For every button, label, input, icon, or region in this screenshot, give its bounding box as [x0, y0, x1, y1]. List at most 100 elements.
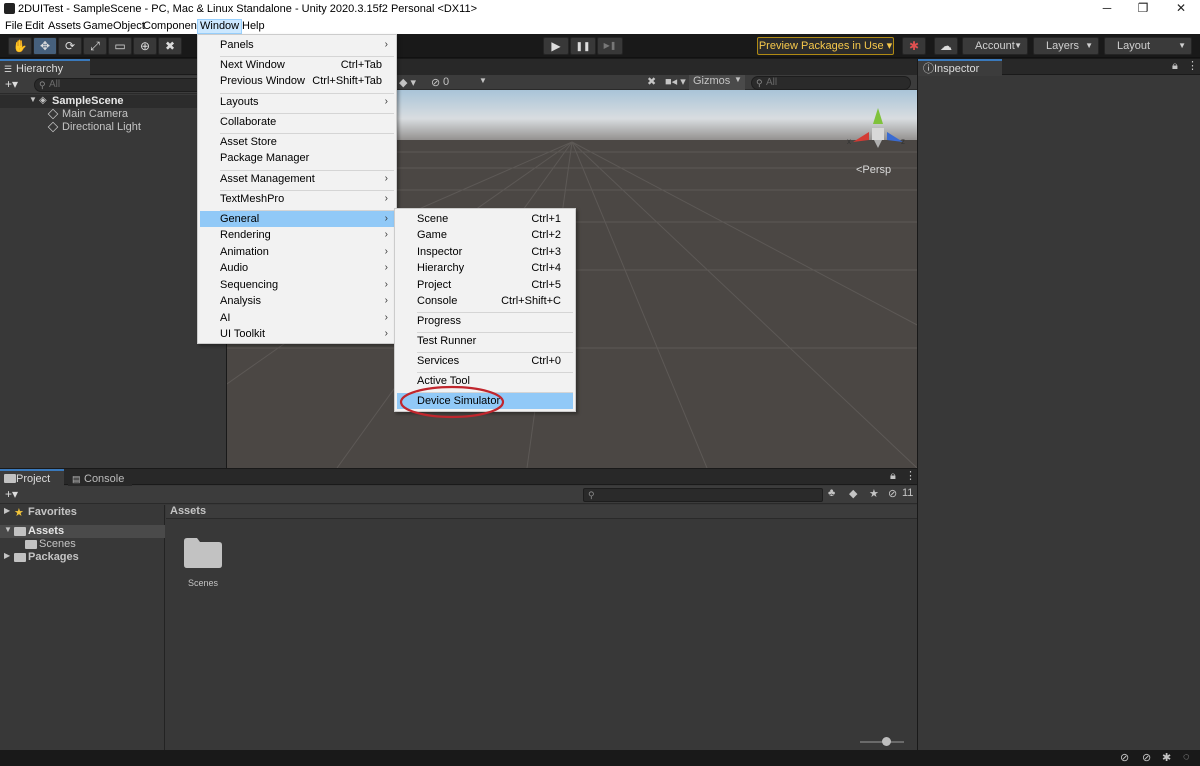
- hidden-packages-icon[interactable]: ⊘: [888, 487, 897, 500]
- add-button[interactable]: +▾: [5, 77, 18, 91]
- menu-item-collaborate[interactable]: Collaborate: [200, 114, 394, 130]
- scene-gizmo-icon[interactable]: [845, 104, 911, 164]
- menu-item-services[interactable]: Services Ctrl+0: [397, 353, 573, 369]
- menu-assets[interactable]: Assets: [46, 19, 83, 34]
- search-by-label-icon[interactable]: ◆: [849, 487, 857, 500]
- minimize-button[interactable]: ─: [1092, 1, 1122, 17]
- asset-folder-scenes[interactable]: [183, 537, 223, 569]
- rect-tool-icon[interactable]: ▭: [108, 37, 132, 55]
- menu-item-test-runner[interactable]: Test Runner: [397, 333, 573, 349]
- menu-item-ui-toolkit[interactable]: UI Toolkit ›: [200, 326, 394, 342]
- menu-component[interactable]: Component: [141, 19, 202, 34]
- step-button[interactable]: ▶❚: [597, 37, 623, 55]
- menu-item-project[interactable]: Project Ctrl+5: [397, 277, 573, 293]
- submenu-arrow-icon: ›: [384, 39, 388, 50]
- tab-project[interactable]: Project: [0, 469, 64, 486]
- tree-item-favorites[interactable]: ▶ ★ Favorites: [0, 506, 165, 519]
- tab-inspector[interactable]: ⓘ Inspector: [918, 59, 1002, 76]
- pause-button[interactable]: ❚❚: [570, 37, 596, 55]
- scene-search-input[interactable]: ⚲ All: [751, 76, 911, 90]
- menu-item-package-manager[interactable]: Package Manager: [200, 150, 394, 166]
- collab-icon[interactable]: ✱: [902, 37, 926, 55]
- zoom-slider-handle[interactable]: [882, 737, 891, 746]
- rotate-tool-icon[interactable]: ⟳: [58, 37, 82, 55]
- menu-item-layouts[interactable]: Layouts ›: [200, 94, 394, 110]
- close-button[interactable]: ✕: [1166, 1, 1196, 17]
- hierarchy-search-input[interactable]: ⚲ All: [34, 78, 220, 92]
- hierarchy-item[interactable]: Directional Light: [0, 121, 226, 134]
- menu-file[interactable]: File: [3, 19, 25, 34]
- tree-item-assets[interactable]: ▼ Assets: [0, 525, 165, 538]
- expand-arrow-icon[interactable]: ▶: [4, 551, 10, 560]
- play-button[interactable]: ▶: [543, 37, 569, 55]
- menu-item-hierarchy[interactable]: Hierarchy Ctrl+4: [397, 260, 573, 276]
- auto-generate-lighting-icon[interactable]: ⊘: [1120, 751, 1129, 764]
- restore-button[interactable]: ❐: [1128, 1, 1158, 17]
- camera-icon[interactable]: ■◂ ▾: [665, 75, 686, 88]
- menu-window[interactable]: Window: [197, 19, 243, 34]
- menu-item-asset-store[interactable]: Asset Store: [200, 134, 394, 150]
- menu-item-console[interactable]: Console Ctrl+Shift+C: [397, 293, 573, 309]
- lock-icon[interactable]: 🔒︎: [890, 470, 896, 483]
- layout-dropdown[interactable]: Layout ▼: [1104, 37, 1192, 55]
- move-tool-icon[interactable]: ✥: [33, 37, 57, 55]
- custom-tool-icon[interactable]: ✖: [158, 37, 182, 55]
- tools-icon[interactable]: ✖: [647, 75, 656, 88]
- menu-item-game[interactable]: Game Ctrl+2: [397, 227, 573, 243]
- tree-item-packages[interactable]: ▶ Packages: [0, 551, 165, 564]
- menu-item-rendering[interactable]: Rendering ›: [200, 227, 394, 243]
- gizmos-dropdown[interactable]: Gizmos ▼: [689, 75, 745, 90]
- hidden-count: 0: [443, 76, 450, 88]
- scale-tool-icon[interactable]: ⤢: [83, 37, 107, 55]
- account-dropdown[interactable]: Account ▼: [962, 37, 1028, 55]
- project-search-input[interactable]: ⚲: [583, 488, 823, 502]
- expand-arrow-icon[interactable]: ▼: [29, 95, 37, 104]
- preview-packages-button[interactable]: Preview Packages in Use ▾: [757, 37, 894, 55]
- tree-item-scenes[interactable]: Scenes: [0, 538, 165, 551]
- menu-item-scene[interactable]: Scene Ctrl+1: [397, 211, 573, 227]
- layers-dropdown[interactable]: Layers ▼: [1033, 37, 1099, 55]
- menu-item-panels[interactable]: Panels ›: [200, 37, 394, 53]
- menu-item-audio[interactable]: Audio ›: [200, 260, 394, 276]
- menu-item-next-window[interactable]: Next Window Ctrl+Tab: [200, 57, 394, 73]
- tab-console[interactable]: ▤ Console: [68, 469, 132, 486]
- more-options-icon[interactable]: ⋮: [1187, 59, 1198, 72]
- menu-edit[interactable]: Edit: [23, 19, 46, 34]
- menu-item-sequencing[interactable]: Sequencing ›: [200, 277, 394, 293]
- menu-item-shortcut: Ctrl+2: [531, 229, 561, 241]
- hidden-objects-icon[interactable]: ⊘: [431, 76, 440, 89]
- menu-item-progress[interactable]: Progress: [397, 313, 573, 329]
- menu-item-animation[interactable]: Animation ›: [200, 244, 394, 260]
- lock-icon[interactable]: 🔒︎: [1172, 60, 1178, 73]
- more-options-icon[interactable]: ⋮: [905, 469, 916, 482]
- scripting-icon[interactable]: ◌: [1183, 751, 1190, 763]
- menu-item-textmeshpro[interactable]: TextMeshPro ›: [200, 191, 394, 207]
- menu-item-ai[interactable]: AI ›: [200, 310, 394, 326]
- search-by-type-icon[interactable]: ♣: [828, 487, 835, 499]
- menu-item-previous-window[interactable]: Previous Window Ctrl+Shift+Tab: [200, 73, 394, 89]
- cache-server-icon[interactable]: ⊘: [1142, 751, 1151, 764]
- expand-arrow-icon[interactable]: ▼: [4, 525, 12, 534]
- layers-visibility-icon[interactable]: ◆ ▾: [399, 76, 416, 89]
- transform-tool-icon[interactable]: ⊕: [133, 37, 157, 55]
- tab-hierarchy-label: Hierarchy: [16, 63, 64, 75]
- add-button[interactable]: +▾: [5, 487, 18, 501]
- persp-label[interactable]: <Persp: [856, 164, 891, 176]
- menu-item-asset-management[interactable]: Asset Management ›: [200, 171, 394, 187]
- dropdown-arrow-icon[interactable]: ▼: [479, 76, 487, 85]
- menu-item-inspector[interactable]: Inspector Ctrl+3: [397, 244, 573, 260]
- menu-help[interactable]: Help: [240, 19, 267, 34]
- tab-hierarchy[interactable]: ☰ Hierarchy: [0, 59, 90, 76]
- debug-mode-icon[interactable]: ✱: [1162, 751, 1171, 764]
- menu-gameobject[interactable]: GameObject: [81, 19, 147, 34]
- scene-row[interactable]: ▼ ◈ SampleScene: [0, 95, 226, 108]
- breadcrumb: Assets: [166, 505, 917, 519]
- menu-item-analysis[interactable]: Analysis ›: [200, 293, 394, 309]
- hierarchy-item[interactable]: Main Camera: [0, 108, 226, 121]
- expand-arrow-icon[interactable]: ▶: [4, 506, 10, 515]
- favorite-star-icon[interactable]: ★: [869, 487, 879, 500]
- breadcrumb-assets[interactable]: Assets: [170, 505, 206, 517]
- menu-item-general[interactable]: General ›: [200, 211, 394, 227]
- hand-tool-icon[interactable]: ✋: [8, 37, 32, 55]
- cloud-icon[interactable]: ☁: [934, 37, 958, 55]
